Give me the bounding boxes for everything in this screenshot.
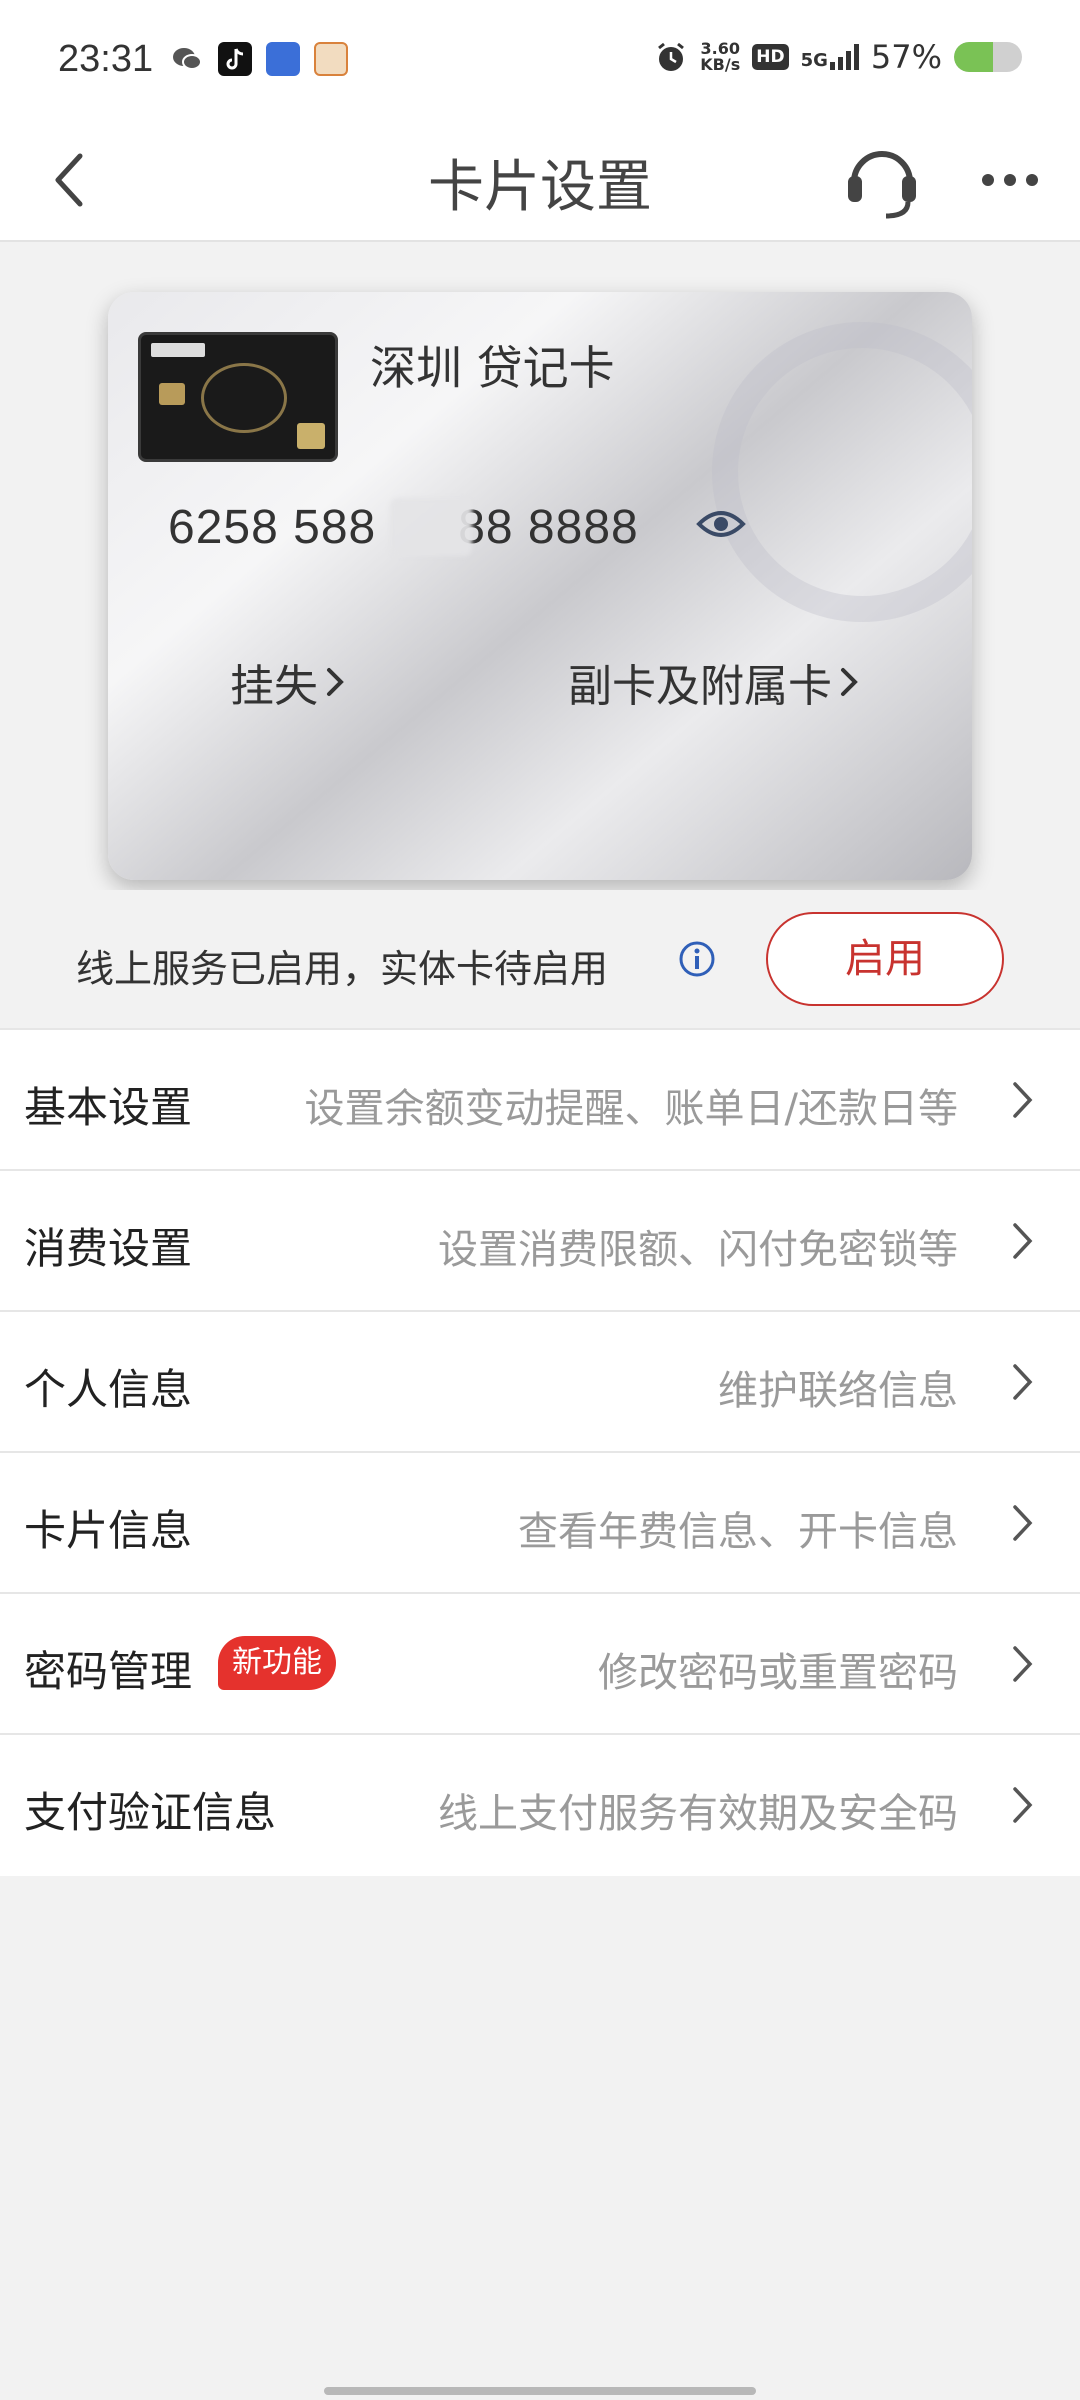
eye-icon	[696, 511, 746, 537]
thumbnail-brand-mark	[297, 423, 325, 449]
menu-item-label: 基本设置	[24, 1083, 193, 1132]
notification-icons	[170, 42, 348, 76]
app-icon-orange	[314, 42, 348, 76]
settings-menu: 基本设置 设置余额变动提醒、账单日/还款日等 消费设置 设置消费限额、闪付免密锁…	[0, 1028, 1080, 1876]
battery-fill	[954, 42, 993, 72]
menu-item-label: 密码管理	[24, 1647, 193, 1696]
thumbnail-emblem	[201, 363, 287, 433]
supplementary-card-link[interactable]: 副卡及附属卡	[568, 650, 860, 714]
activation-row: 线上服务已启用，实体卡待启用 启用	[0, 890, 1080, 1026]
chevron-right-icon	[1013, 1364, 1033, 1400]
card-watermark	[712, 322, 972, 622]
card-number-suffix: 88 8888	[458, 501, 639, 554]
report-loss-link[interactable]: 挂失	[230, 650, 346, 714]
menu-item-desc: 线上支付服务有效期及安全码	[438, 1791, 958, 1837]
home-indicator[interactable]	[324, 2387, 756, 2395]
wechat-icon	[170, 42, 204, 76]
card-number-mask	[390, 498, 472, 556]
menu-item-label: 支付验证信息	[24, 1788, 277, 1837]
activation-status-text: 线上服务已启用，实体卡待启用	[76, 947, 609, 991]
chevron-right-icon	[327, 668, 344, 696]
chevron-right-icon	[1013, 1223, 1033, 1259]
menu-item-label: 消费设置	[24, 1224, 193, 1273]
menu-item-spending-settings[interactable]: 消费设置 设置消费限额、闪付免密锁等	[0, 1171, 1080, 1312]
thumbnail-chip	[159, 383, 185, 405]
chevron-right-icon	[1013, 1787, 1033, 1823]
network-type: 5G	[800, 50, 828, 71]
status-right: 3.60 KB/s HD 5G 57%	[654, 38, 1022, 76]
hd-badge: HD	[752, 44, 789, 70]
menu-item-password-management[interactable]: 密码管理 新功能 修改密码或重置密码	[0, 1594, 1080, 1735]
card-thumbnail	[138, 332, 338, 462]
chevron-right-icon	[1013, 1505, 1033, 1541]
signal-bars-icon	[829, 44, 859, 70]
network-speed-unit: KB/s	[700, 55, 741, 74]
menu-item-label: 个人信息	[24, 1365, 193, 1414]
tiktok-icon	[218, 42, 252, 76]
chevron-right-icon	[1013, 1646, 1033, 1682]
menu-item-desc: 维护联络信息	[718, 1368, 958, 1414]
card-name: 深圳 贷记卡	[370, 341, 615, 395]
nav-bar: 卡片设置	[0, 120, 1080, 242]
battery-percent: 57%	[870, 38, 942, 76]
network-speed: 3.60 KB/s	[700, 41, 740, 73]
menu-item-basic-settings[interactable]: 基本设置 设置余额变动提醒、账单日/还款日等	[0, 1030, 1080, 1171]
menu-item-desc: 设置消费限额、闪付免密锁等	[438, 1227, 958, 1273]
activate-button[interactable]: 启用	[766, 912, 1004, 1006]
new-feature-badge: 新功能	[218, 1636, 336, 1690]
chevron-right-icon	[841, 668, 858, 696]
menu-item-desc: 修改密码或重置密码	[598, 1650, 958, 1696]
status-bar: 23:31 3.60 KB/s HD 5G 57%	[0, 0, 1080, 120]
headset-icon	[848, 151, 916, 219]
menu-item-desc: 设置余额变动提醒、账单日/还款日等	[304, 1086, 958, 1132]
menu-item-label: 卡片信息	[24, 1506, 193, 1555]
info-icon[interactable]	[678, 940, 716, 978]
more-button[interactable]	[974, 150, 1046, 210]
supplementary-card-label: 副卡及附属卡	[568, 661, 832, 712]
more-dots-icon	[982, 174, 1038, 186]
card-number-prefix: 6258 588	[168, 501, 377, 554]
customer-service-button[interactable]	[842, 134, 922, 226]
status-time: 23:31	[58, 38, 154, 80]
alarm-icon	[658, 42, 685, 71]
toggle-card-number-button[interactable]	[696, 506, 746, 542]
battery-icon	[954, 42, 1022, 72]
thumbnail-bank-logo	[151, 343, 205, 357]
app-icon-blue	[266, 42, 300, 76]
menu-item-payment-verification[interactable]: 支付验证信息 线上支付服务有效期及安全码	[0, 1735, 1080, 1876]
menu-item-desc: 查看年费信息、开卡信息	[518, 1509, 958, 1555]
cellular-signal: 5G	[801, 44, 859, 70]
chevron-right-icon	[1013, 1082, 1033, 1118]
menu-item-card-info[interactable]: 卡片信息 查看年费信息、开卡信息	[0, 1453, 1080, 1594]
credit-card: 深圳 贷记卡 6258 588 88 8888 挂失 副卡及附属卡	[108, 292, 972, 880]
menu-item-personal-info[interactable]: 个人信息 维护联络信息	[0, 1312, 1080, 1453]
report-loss-label: 挂失	[230, 661, 318, 712]
